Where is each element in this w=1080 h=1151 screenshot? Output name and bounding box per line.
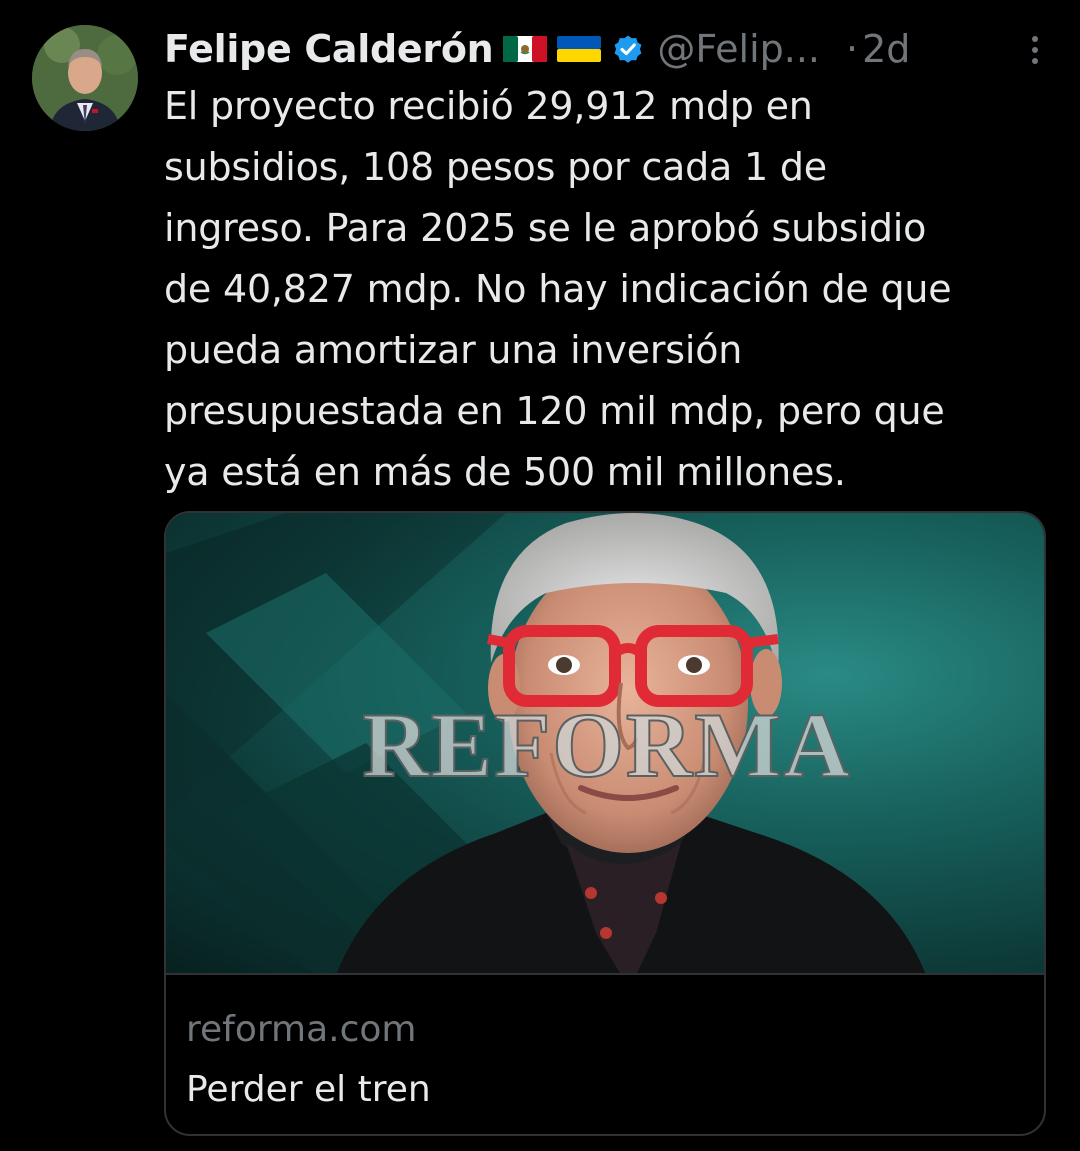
card-title: Perder el tren	[186, 1069, 431, 1110]
ukraine-flag-icon	[557, 34, 602, 64]
card-divider	[166, 973, 1044, 975]
author-name[interactable]: Felipe Calderón	[164, 27, 494, 71]
author-handle[interactable]: @Felip...	[657, 27, 820, 71]
card-image: REFORMA	[166, 513, 1044, 975]
more-options-icon[interactable]	[1020, 32, 1050, 68]
card-photo: REFORMA	[166, 513, 926, 975]
verified-badge-icon	[611, 32, 645, 66]
card-watermark: REFORMA	[362, 694, 851, 796]
tweet-text: El proyecto recibió 29,912 mdp en subsid…	[164, 84, 952, 494]
separator-dot: ·	[846, 27, 859, 71]
link-card[interactable]: REFORMA reforma.com Perder el tren	[164, 511, 1046, 1136]
tweet[interactable]: Felipe Calderón @Felip... · 2d El proyec…	[0, 0, 1080, 1151]
tweet-timestamp[interactable]: 2d	[862, 27, 910, 71]
mexico-flag-icon	[503, 34, 548, 64]
tweet-header: Felipe Calderón @Felip... · 2d	[164, 24, 1050, 74]
avatar[interactable]	[32, 25, 138, 131]
card-domain: reforma.com	[186, 1009, 417, 1050]
avatar-photo	[32, 25, 138, 131]
